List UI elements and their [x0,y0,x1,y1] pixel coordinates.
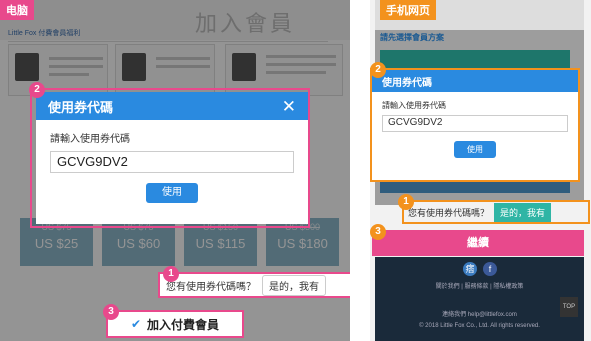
mobile-footer: 痞 f 關於我們 | 服務條款 | 隱私權政策 連絡我們 help@little… [375,257,584,341]
coupon-question: 您有使用券代碼嗎？ 是的，我有 [158,272,350,298]
modal-title: 使用券代碼 [48,99,114,115]
coupon-input[interactable]: GCVG9DV2 [50,151,294,173]
join-label: 加入付費會員 [147,317,220,332]
mobile-coupon-label: 請輸入使用券代碼 [382,101,446,110]
mobile-step-badge-2: 2 [370,62,386,78]
footer-copyright: © 2018 Little Fox Co., Ltd. All rights r… [419,323,540,329]
mobile-coupon-question: 您有使用券代碼嗎？ 是的，我有 [402,200,590,224]
check-icon: ✔ [130,317,142,331]
mobile-modal-header: 使用券代碼 [372,70,578,92]
use-button[interactable]: 使用 [146,183,198,203]
mobile-modal-title: 使用券代碼 [382,77,432,89]
mobile-question-text: 您有使用券代碼嗎？ [408,207,490,218]
coupon-label: 請輸入使用券代碼 [50,134,130,145]
modal-header: 使用券代碼 ✕ [36,92,308,120]
mobile-step-badge-3: 3 [370,224,386,240]
pc-panel: 加入會員 Little Fox 付費會員福利 US $75 US $25 US $… [0,0,350,341]
close-icon[interactable]: ✕ [282,98,296,115]
pc-tag: 电脑 [0,0,34,20]
join-paid-member-button[interactable]: ✔ 加入付費會員 [106,310,244,338]
step-badge-2: 2 [29,82,45,98]
modal-body: 請輸入使用券代碼 GCVG9DV2 使用 [36,120,308,203]
step-badge-3: 3 [103,304,119,320]
mobile-step-badge-1: 1 [398,194,414,210]
footer-contact: 連絡我們 help@littlefox.com [442,312,517,318]
continue-button[interactable]: 繼續 [372,230,584,256]
mobile-tag: 手机网页 [380,0,436,20]
coupon-question-text: 您有使用券代碼嗎？ [166,281,256,293]
mobile-use-button[interactable]: 使用 [454,141,496,158]
mobile-yes-button[interactable]: 是的，我有 [494,202,552,222]
yes-coupon-button[interactable]: 是的，我有 [262,274,326,296]
mobile-panel: 請先選擇會員方案 使用券代碼 請輸入使用券代碼 GCVG9DV2 使用 您有使用… [370,0,591,341]
footer-links[interactable]: 關於我們 | 服務條款 | 隱私權政策 [375,281,584,290]
step-badge-1: 1 [163,266,179,282]
mobile-coupon-input[interactable]: GCVG9DV2 [382,115,568,132]
coupon-modal: 使用券代碼 ✕ 請輸入使用券代碼 GCVG9DV2 使用 [36,92,308,224]
chat-icon[interactable]: 痞 [463,262,477,276]
top-button[interactable]: TOP [560,297,578,317]
facebook-icon[interactable]: f [483,262,497,276]
mobile-coupon-modal: 使用券代碼 請輸入使用券代碼 GCVG9DV2 使用 [370,68,580,182]
